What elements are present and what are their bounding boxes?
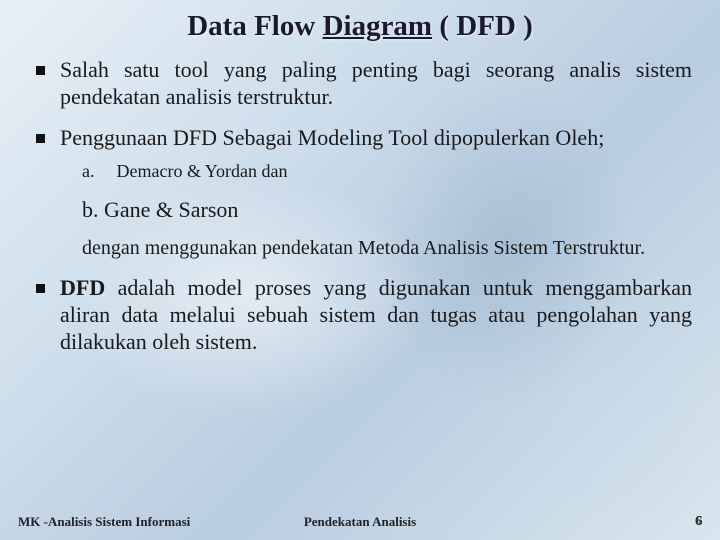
paragraph: dengan menggunakan pendekatan Metoda Ana…	[82, 236, 692, 261]
subitem-b-label: b.	[82, 197, 99, 222]
subitem-a-label: a.	[82, 161, 112, 183]
footer-left: MK -Analisis Sistem Informasi	[18, 514, 190, 530]
page-number: 6	[695, 514, 702, 530]
subitem-b-text: Gane & Sarson	[104, 197, 238, 222]
footer: MK -Analisis Sistem Informasi Pendekatan…	[0, 514, 720, 530]
bullet-2: Penggunaan DFD Sebagai Modeling Tool dip…	[34, 125, 692, 262]
subitem-a-text: Demacro & Yordan dan	[117, 161, 288, 181]
title-prefix: Data Flow	[187, 10, 322, 42]
bullet-1: Salah satu tool yang paling penting bagi…	[34, 57, 692, 111]
title-suffix: ( DFD )	[432, 10, 533, 42]
footer-center: Pendekatan Analisis	[304, 514, 416, 530]
sublist: a. Demacro & Yordan dan b. Gane & Sarson	[82, 161, 692, 224]
title-underline: Diagram	[323, 10, 433, 42]
bullet-1-text: Salah satu tool yang paling penting bagi…	[60, 57, 692, 109]
bullet-3: DFD adalah model proses yang digunakan u…	[34, 275, 692, 355]
main-list: Salah satu tool yang paling penting bagi…	[34, 57, 692, 356]
bullet-2-text: Penggunaan DFD Sebagai Modeling Tool dip…	[60, 125, 604, 150]
bullet-3-bold: DFD	[60, 275, 105, 300]
subitem-b: b. Gane & Sarson	[82, 197, 692, 224]
bullet-3-rest: adalah model proses yang digunakan untuk…	[60, 275, 692, 354]
slide-container: Data Flow Diagram ( DFD ) Salah satu too…	[0, 0, 720, 540]
subitem-a: a. Demacro & Yordan dan	[82, 161, 692, 183]
slide-title: Data Flow Diagram ( DFD )	[28, 10, 692, 43]
